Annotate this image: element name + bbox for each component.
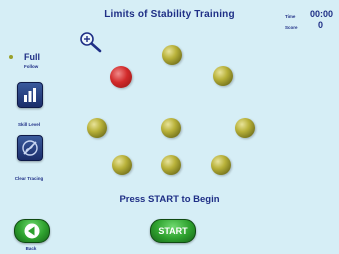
score-value: 0 <box>317 20 323 30</box>
back-arrow-icon <box>24 223 40 239</box>
bar-chart-icon <box>24 88 36 102</box>
time-label: Time <box>285 14 296 19</box>
start-button[interactable]: START <box>150 219 196 243</box>
clear-tracing-button[interactable] <box>17 135 43 161</box>
time-value: 00:00 <box>309 9 333 19</box>
zoom-in-icon <box>80 32 102 53</box>
target-ball-upper-right <box>213 66 233 86</box>
training-screen: Limits of Stability Training Time 00:00 … <box>0 0 339 254</box>
back-button[interactable] <box>14 219 50 243</box>
target-ball-lower-right <box>211 155 231 175</box>
clear-tracing-icon <box>22 140 38 156</box>
mode-sublabel: Follow <box>24 64 39 69</box>
zoom-in-button[interactable] <box>78 31 104 53</box>
target-ball-left <box>87 118 107 138</box>
mode-label: Full <box>24 52 40 62</box>
target-ball-right <box>235 118 255 138</box>
score-label: Score <box>285 25 298 30</box>
start-prompt: Press START to Begin <box>119 194 220 205</box>
target-ball-top <box>162 45 182 65</box>
target-ball-bottom <box>161 155 181 175</box>
skill-level-button[interactable] <box>17 82 43 108</box>
target-ball-center <box>161 118 181 138</box>
cursor-ball <box>110 66 132 88</box>
back-label: Back <box>25 246 37 251</box>
skill-level-label: Skill Level <box>17 122 40 127</box>
mode-indicator-dot <box>9 55 13 59</box>
target-ball-lower-left <box>112 155 132 175</box>
clear-tracing-label: Clear Tracing <box>14 176 44 181</box>
